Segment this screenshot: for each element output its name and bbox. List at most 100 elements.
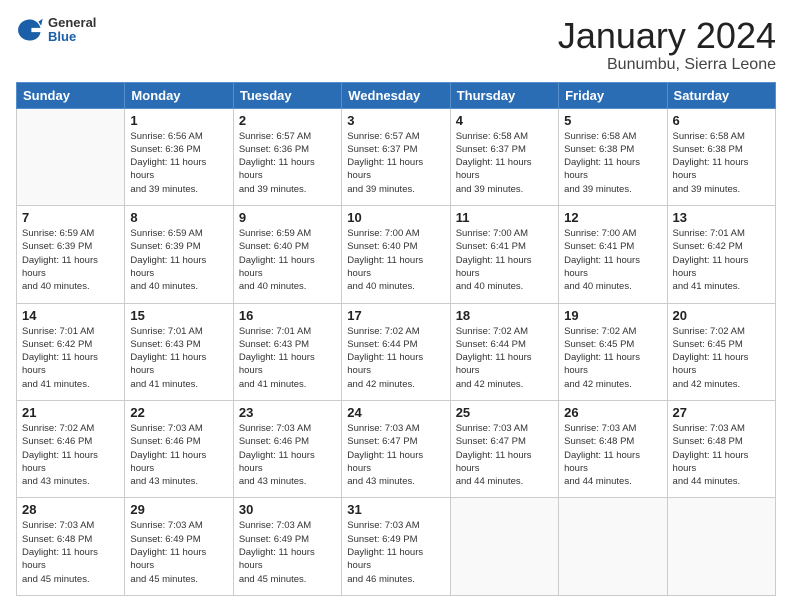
day-detail: Sunrise: 6:59 AMSunset: 6:39 PMDaylight:… — [22, 227, 119, 293]
day-number: 18 — [456, 308, 553, 323]
day-number: 3 — [347, 113, 444, 128]
day-number: 11 — [456, 210, 553, 225]
day-detail: Sunrise: 7:01 AMSunset: 6:43 PMDaylight:… — [130, 325, 227, 391]
calendar-cell: 23 Sunrise: 7:03 AMSunset: 6:46 PMDayligh… — [233, 401, 341, 498]
day-detail: Sunrise: 7:03 AMSunset: 6:47 PMDaylight:… — [456, 422, 553, 488]
calendar-cell: 6Sunrise: 6:58 AMSunset: 6:38 PMDaylight… — [667, 108, 775, 205]
page: General Blue January 2024 Bunumbu, Sierr… — [0, 0, 792, 612]
day-number: 16 — [239, 308, 336, 323]
day-detail: Sunrise: 7:03 AMSunset: 6:48 PMDaylight:… — [22, 519, 119, 585]
day-detail: Sunrise: 6:58 AMSunset: 6:38 PMDaylight:… — [564, 130, 661, 196]
calendar-week-row: 28 Sunrise: 7:03 AMSunset: 6:48 PMDayligh… — [17, 498, 776, 596]
day-number: 30 — [239, 502, 336, 517]
day-header-tuesday: Tuesday — [233, 82, 341, 108]
day-number: 4 — [456, 113, 553, 128]
calendar-cell: 4 Sunrise: 6:58 AMSunset: 6:37 PMDaylight… — [450, 108, 558, 205]
day-number: 20 — [673, 308, 770, 323]
day-header-friday: Friday — [559, 82, 667, 108]
location-title: Bunumbu, Sierra Leone — [558, 56, 776, 74]
day-header-wednesday: Wednesday — [342, 82, 450, 108]
calendar-cell: 2Sunrise: 6:57 AMSunset: 6:36 PMDaylight… — [233, 108, 341, 205]
day-number: 28 — [22, 502, 119, 517]
calendar: SundayMondayTuesdayWednesdayThursdayFrid… — [16, 82, 776, 596]
day-number: 13 — [673, 210, 770, 225]
calendar-cell: 31Sunrise: 7:03 AMSunset: 6:49 PMDayligh… — [342, 498, 450, 596]
logo-text: General Blue — [48, 16, 96, 45]
calendar-cell — [17, 108, 125, 205]
day-detail: Sunrise: 6:59 AMSunset: 6:40 PMDaylight:… — [239, 227, 336, 293]
day-number: 10 — [347, 210, 444, 225]
day-detail: Sunrise: 7:03 AMSunset: 6:48 PMDaylight:… — [673, 422, 770, 488]
calendar-cell: 13 Sunrise: 7:01 AMSunset: 6:42 PMDayligh… — [667, 206, 775, 303]
calendar-cell: 26 Sunrise: 7:03 AMSunset: 6:48 PMDayligh… — [559, 401, 667, 498]
day-number: 15 — [130, 308, 227, 323]
day-detail: Sunrise: 7:02 AMSunset: 6:46 PMDaylight:… — [22, 422, 119, 488]
day-detail: Sunrise: 6:58 AMSunset: 6:37 PMDaylight:… — [456, 130, 553, 196]
calendar-cell: 1 Sunrise: 6:56 AMSunset: 6:36 PMDaylight… — [125, 108, 233, 205]
calendar-week-row: 14 Sunrise: 7:01 AMSunset: 6:42 PMDayligh… — [17, 303, 776, 400]
month-title: January 2024 — [558, 16, 776, 56]
day-number: 1 — [130, 113, 227, 128]
day-header-sunday: Sunday — [17, 82, 125, 108]
day-detail: Sunrise: 6:58 AMSunset: 6:38 PMDaylight:… — [673, 130, 770, 196]
logo-general: General — [48, 15, 96, 30]
calendar-cell: 15 Sunrise: 7:01 AMSunset: 6:43 PMDayligh… — [125, 303, 233, 400]
calendar-cell: 5 Sunrise: 6:58 AMSunset: 6:38 PMDaylight… — [559, 108, 667, 205]
day-number: 12 — [564, 210, 661, 225]
day-number: 25 — [456, 405, 553, 420]
day-detail: Sunrise: 6:56 AMSunset: 6:36 PMDaylight:… — [130, 130, 227, 196]
day-detail: Sunrise: 7:03 AMSunset: 6:48 PMDaylight:… — [564, 422, 661, 488]
day-number: 17 — [347, 308, 444, 323]
calendar-cell: 18Sunrise: 7:02 AMSunset: 6:44 PMDayligh… — [450, 303, 558, 400]
calendar-cell: 28 Sunrise: 7:03 AMSunset: 6:48 PMDayligh… — [17, 498, 125, 596]
calendar-cell: 29Sunrise: 7:03 AMSunset: 6:49 PMDayligh… — [125, 498, 233, 596]
calendar-cell: 30Sunrise: 7:03 AMSunset: 6:49 PMDayligh… — [233, 498, 341, 596]
calendar-cell: 21Sunrise: 7:02 AMSunset: 6:46 PMDayligh… — [17, 401, 125, 498]
day-detail: Sunrise: 7:03 AMSunset: 6:49 PMDaylight:… — [130, 519, 227, 585]
calendar-cell: 7 Sunrise: 6:59 AMSunset: 6:39 PMDaylight… — [17, 206, 125, 303]
day-number: 5 — [564, 113, 661, 128]
day-detail: Sunrise: 7:01 AMSunset: 6:42 PMDaylight:… — [673, 227, 770, 293]
day-number: 14 — [22, 308, 119, 323]
calendar-cell: 25 Sunrise: 7:03 AMSunset: 6:47 PMDayligh… — [450, 401, 558, 498]
day-detail: Sunrise: 7:02 AMSunset: 6:44 PMDaylight:… — [347, 325, 444, 391]
calendar-cell: 22Sunrise: 7:03 AMSunset: 6:46 PMDayligh… — [125, 401, 233, 498]
day-detail: Sunrise: 6:57 AMSunset: 6:37 PMDaylight:… — [347, 130, 444, 196]
calendar-cell — [450, 498, 558, 596]
day-detail: Sunrise: 7:00 AMSunset: 6:40 PMDaylight:… — [347, 227, 444, 293]
calendar-cell: 12 Sunrise: 7:00 AMSunset: 6:41 PMDayligh… — [559, 206, 667, 303]
logo: General Blue — [16, 16, 96, 45]
day-detail: Sunrise: 7:03 AMSunset: 6:46 PMDaylight:… — [239, 422, 336, 488]
calendar-cell: 11 Sunrise: 7:00 AMSunset: 6:41 PMDayligh… — [450, 206, 558, 303]
logo-icon — [16, 16, 44, 44]
day-number: 27 — [673, 405, 770, 420]
day-number: 7 — [22, 210, 119, 225]
calendar-cell: 3 Sunrise: 6:57 AMSunset: 6:37 PMDaylight… — [342, 108, 450, 205]
header: General Blue January 2024 Bunumbu, Sierr… — [16, 16, 776, 74]
calendar-cell: 16Sunrise: 7:01 AMSunset: 6:43 PMDayligh… — [233, 303, 341, 400]
day-detail: Sunrise: 7:00 AMSunset: 6:41 PMDaylight:… — [564, 227, 661, 293]
day-detail: Sunrise: 7:01 AMSunset: 6:42 PMDaylight:… — [22, 325, 119, 391]
logo-blue: Blue — [48, 29, 76, 44]
calendar-cell: 17 Sunrise: 7:02 AMSunset: 6:44 PMDayligh… — [342, 303, 450, 400]
day-detail: Sunrise: 7:02 AMSunset: 6:45 PMDaylight:… — [564, 325, 661, 391]
calendar-cell: 19Sunrise: 7:02 AMSunset: 6:45 PMDayligh… — [559, 303, 667, 400]
calendar-cell — [559, 498, 667, 596]
day-number: 8 — [130, 210, 227, 225]
calendar-cell: 9 Sunrise: 6:59 AMSunset: 6:40 PMDaylight… — [233, 206, 341, 303]
day-number: 2 — [239, 113, 336, 128]
calendar-cell — [667, 498, 775, 596]
calendar-cell: 14 Sunrise: 7:01 AMSunset: 6:42 PMDayligh… — [17, 303, 125, 400]
day-number: 31 — [347, 502, 444, 517]
day-detail: Sunrise: 7:00 AMSunset: 6:41 PMDaylight:… — [456, 227, 553, 293]
day-header-saturday: Saturday — [667, 82, 775, 108]
day-detail: Sunrise: 6:59 AMSunset: 6:39 PMDaylight:… — [130, 227, 227, 293]
day-number: 26 — [564, 405, 661, 420]
day-number: 23 — [239, 405, 336, 420]
calendar-cell: 24Sunrise: 7:03 AMSunset: 6:47 PMDayligh… — [342, 401, 450, 498]
day-number: 22 — [130, 405, 227, 420]
day-number: 9 — [239, 210, 336, 225]
title-block: January 2024 Bunumbu, Sierra Leone — [558, 16, 776, 74]
calendar-cell: 10 Sunrise: 7:00 AMSunset: 6:40 PMDayligh… — [342, 206, 450, 303]
day-detail: Sunrise: 7:03 AMSunset: 6:47 PMDaylight:… — [347, 422, 444, 488]
